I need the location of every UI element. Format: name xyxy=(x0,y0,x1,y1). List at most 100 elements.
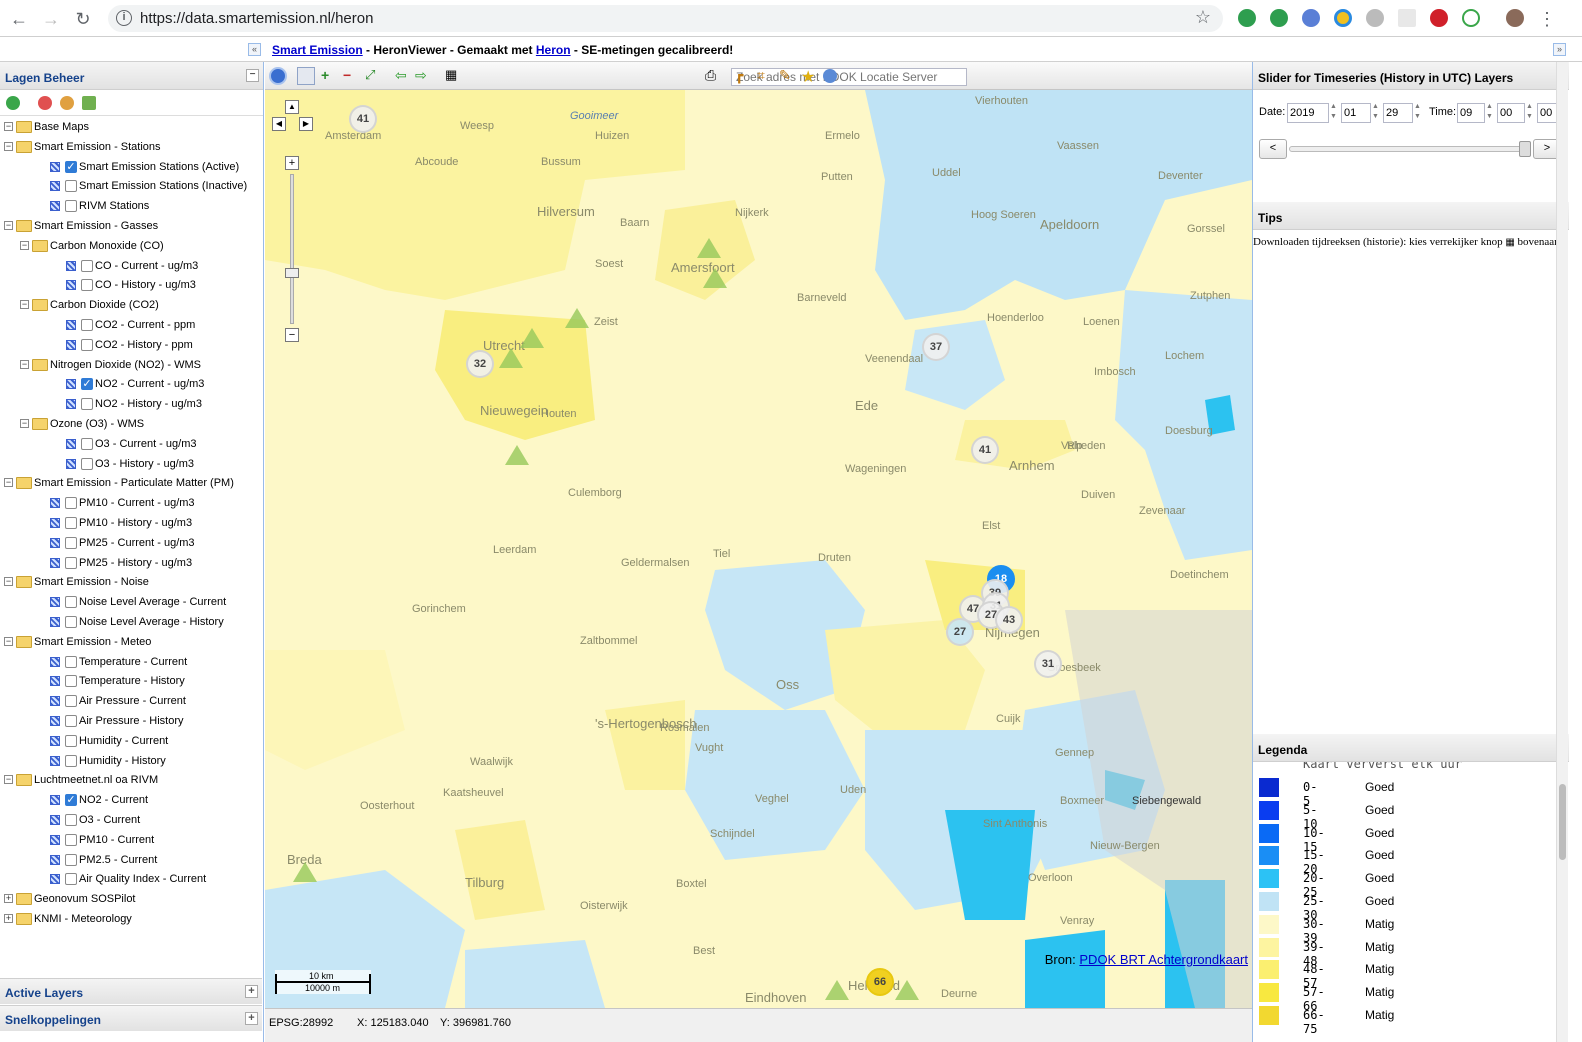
zoom-extent-icon[interactable]: ⤢ xyxy=(365,67,383,85)
layer-checkbox[interactable] xyxy=(65,517,77,529)
rivm-station-marker[interactable] xyxy=(825,980,849,1000)
layer-checkbox[interactable] xyxy=(65,616,77,628)
extension-blue-icon[interactable] xyxy=(1302,9,1320,27)
smart-emission-link[interactable]: Smart Emission xyxy=(272,43,363,57)
spinner-arrows-icon[interactable]: ▲ ▼ xyxy=(1330,102,1337,122)
pan-left-icon[interactable]: ◀ xyxy=(272,117,286,131)
rivm-station-marker[interactable] xyxy=(520,328,544,348)
layer-checkbox[interactable] xyxy=(65,853,77,866)
cluster-marker[interactable]: 32 xyxy=(466,350,494,378)
spinner-arrows-icon[interactable]: ▲ ▼ xyxy=(1372,102,1379,122)
rivm-station-marker[interactable] xyxy=(697,238,721,258)
rivm-station-marker[interactable] xyxy=(505,445,529,465)
back-arrow-icon[interactable]: ← xyxy=(8,8,30,30)
collapse-icon[interactable]: − xyxy=(20,240,29,250)
collapse-left-icon[interactable]: « xyxy=(248,43,261,56)
zoom-out-icon[interactable]: − xyxy=(343,67,361,85)
zoom-slider-track[interactable] xyxy=(290,174,294,324)
collapse-icon[interactable]: − xyxy=(4,577,13,587)
pan-right-icon[interactable]: ▶ xyxy=(299,117,313,131)
cluster-marker[interactable]: 31 xyxy=(1034,650,1062,678)
layer-properties-icon[interactable] xyxy=(60,96,74,110)
info-icon[interactable] xyxy=(269,67,287,85)
previous-extent-icon[interactable]: ⇦ xyxy=(395,67,413,85)
layer-checkbox[interactable] xyxy=(65,695,77,708)
layer-checkbox[interactable] xyxy=(65,556,77,569)
cluster-marker[interactable]: 41 xyxy=(971,436,999,464)
layer-style-icon[interactable] xyxy=(82,96,96,110)
collapse-icon[interactable]: − xyxy=(4,122,13,131)
menu-dots-icon[interactable]: ⋮ xyxy=(1536,8,1558,30)
map-viewport[interactable]: Amsterdam Weesp Gooimeer Huizen Ermelo V… xyxy=(265,90,1252,1008)
scrollbar-thumb[interactable] xyxy=(1559,784,1566,860)
address-bar[interactable]: i https://data.smartemission.nl/heron ☆ xyxy=(108,5,1223,32)
layer-checkbox[interactable] xyxy=(81,319,93,331)
extension-grid-icon[interactable] xyxy=(1398,9,1416,27)
collapse-icon[interactable]: − xyxy=(4,221,13,230)
collapse-icon[interactable]: − xyxy=(4,141,13,151)
layer-checkbox[interactable] xyxy=(65,675,77,688)
site-info-icon[interactable]: i xyxy=(116,10,132,26)
month-spinner[interactable]: 01 xyxy=(1341,103,1371,123)
layer-checkbox[interactable] xyxy=(65,596,77,609)
url-text[interactable]: https://data.smartemission.nl/heron xyxy=(140,10,373,27)
adblock-extension-icon[interactable] xyxy=(1430,9,1448,27)
draw-icon[interactable]: ✎ xyxy=(779,67,797,85)
cluster-marker[interactable]: 27 xyxy=(946,618,974,646)
day-spinner[interactable]: 29 xyxy=(1383,103,1413,123)
binoculars-icon[interactable]: ▦ xyxy=(445,67,463,85)
reload-icon[interactable]: ↻ xyxy=(72,8,94,30)
layer-checkbox[interactable] xyxy=(81,259,93,272)
drive-extension-icon[interactable] xyxy=(1366,9,1384,27)
layer-checkbox[interactable]: ✓ xyxy=(65,160,77,173)
cluster-marker[interactable]: 37 xyxy=(922,333,950,361)
layer-checkbox[interactable] xyxy=(81,457,93,470)
time-slider-track[interactable] xyxy=(1289,146,1527,152)
add-layer-icon[interactable] xyxy=(6,96,20,110)
minute-spinner[interactable]: 00 xyxy=(1497,103,1525,123)
collapse-right-icon[interactable]: » xyxy=(1553,43,1566,56)
extension-chrome-icon[interactable] xyxy=(1334,9,1352,27)
layer-checkbox[interactable] xyxy=(65,200,77,213)
expand-active-layers-icon[interactable]: + xyxy=(245,985,258,998)
cluster-marker[interactable]: 41 xyxy=(349,105,377,133)
print-icon[interactable]: ⎙ xyxy=(705,67,723,85)
next-extent-icon[interactable]: ⇨ xyxy=(415,67,433,85)
rivm-station-marker[interactable] xyxy=(895,980,919,1000)
heron-link[interactable]: Heron xyxy=(536,43,571,57)
expand-icon[interactable]: + xyxy=(4,914,13,923)
year-spinner[interactable]: 2019 xyxy=(1287,103,1329,123)
collapse-icon[interactable]: − xyxy=(20,359,29,369)
layer-checkbox[interactable] xyxy=(65,814,77,826)
zoom-in-button[interactable]: + xyxy=(285,156,299,170)
right-scrollbar[interactable] xyxy=(1556,62,1568,1042)
zoom-in-icon[interactable]: + xyxy=(321,67,339,85)
remove-layer-icon[interactable] xyxy=(38,96,52,110)
zoom-out-button[interactable]: − xyxy=(285,328,299,342)
collapse-icon[interactable]: − xyxy=(4,636,13,646)
profile-avatar[interactable] xyxy=(1506,9,1524,27)
shortcuts-header[interactable]: Snelkoppelingen + xyxy=(0,1005,262,1031)
time-slider-thumb[interactable] xyxy=(1519,141,1531,157)
rivm-station-marker[interactable] xyxy=(703,268,727,288)
bookmark-star-icon[interactable]: ☆ xyxy=(1195,7,1211,28)
forward-arrow-icon[interactable]: → xyxy=(40,8,62,30)
expand-shortcuts-icon[interactable]: + xyxy=(245,1012,258,1025)
layer-checkbox[interactable] xyxy=(65,734,77,747)
collapse-icon[interactable]: − xyxy=(20,419,29,428)
measure-area-icon[interactable]: ⌗ xyxy=(757,67,775,85)
layer-checkbox[interactable] xyxy=(65,655,77,668)
layer-checkbox[interactable] xyxy=(65,873,77,886)
layer-checkbox[interactable]: ✓ xyxy=(65,794,77,807)
rivm-station-marker[interactable] xyxy=(293,862,317,882)
layer-checkbox[interactable] xyxy=(65,497,77,510)
spinner-arrows-icon[interactable]: ▲ ▼ xyxy=(1526,102,1533,122)
collapse-icon[interactable]: − xyxy=(4,478,13,488)
evernote-extension-icon[interactable] xyxy=(1238,9,1256,27)
layer-checkbox[interactable] xyxy=(65,715,77,727)
rivm-station-marker[interactable] xyxy=(499,348,523,368)
zoom-slider-handle[interactable] xyxy=(285,268,299,278)
collapse-icon[interactable]: − xyxy=(4,775,13,785)
expand-icon[interactable]: + xyxy=(4,894,13,904)
collapse-icon[interactable]: − xyxy=(20,300,29,310)
